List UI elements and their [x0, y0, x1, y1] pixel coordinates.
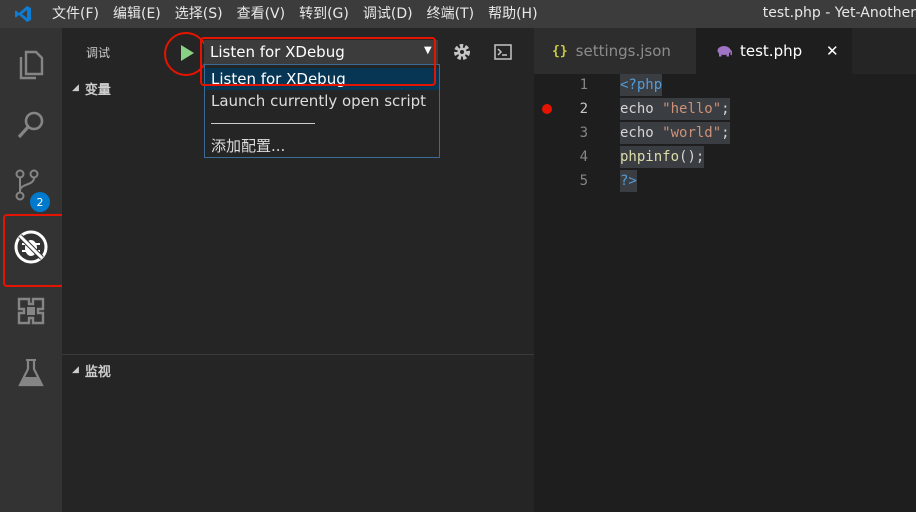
- debug-config-select[interactable]: Listen for XDebug: [204, 40, 438, 64]
- menu-go[interactable]: 转到(G): [292, 0, 356, 28]
- tab-label: settings.json: [575, 42, 671, 60]
- line-number: 5: [579, 173, 588, 189]
- extensions-icon: [17, 297, 45, 325]
- test-button[interactable]: [0, 342, 62, 404]
- vscode-logo-icon: [0, 0, 46, 28]
- menu-bar: 文件(F) 编辑(E) 选择(S) 查看(V) 转到(G) 调试(D) 终端(T…: [46, 0, 545, 28]
- select-caret-icon: ▼: [424, 45, 432, 56]
- menu-view[interactable]: 查看(V): [230, 0, 293, 28]
- menu-file[interactable]: 文件(F): [46, 0, 106, 28]
- dropdown-option-listen-xdebug[interactable]: Listen for XDebug: [205, 68, 439, 90]
- code-line-1: <?php: [620, 74, 663, 96]
- debug-title: 调试: [86, 46, 111, 60]
- scm-badge: 2: [30, 192, 50, 212]
- watch-section-header[interactable]: ◢ 监视: [62, 358, 534, 382]
- extensions-button[interactable]: [0, 280, 62, 342]
- start-debugging-play-icon[interactable]: [179, 44, 195, 62]
- editor-tabs: {} settings.json test.php ✕: [534, 28, 916, 74]
- source-control-button[interactable]: 2: [0, 154, 62, 216]
- watch-label: 监视: [84, 364, 111, 380]
- caret-down-icon: ◢: [72, 83, 79, 93]
- menu-debug[interactable]: 调试(D): [356, 0, 420, 28]
- tab-settings-json[interactable]: {} settings.json: [534, 28, 696, 74]
- search-icon: [17, 111, 44, 139]
- dropdown-separator: [211, 123, 315, 124]
- tab-test-php[interactable]: test.php ✕: [696, 28, 852, 74]
- close-icon[interactable]: ✕: [826, 42, 839, 60]
- flask-icon: [18, 359, 44, 387]
- tab-label: test.php: [740, 42, 803, 60]
- caret-down-icon: ◢: [72, 365, 79, 375]
- php-elephant-icon: [717, 46, 732, 57]
- code-line-3: echo "world";: [620, 122, 730, 144]
- debug-no-bug-icon: [14, 230, 48, 264]
- window-title: test.php - Yet-Another: [762, 5, 916, 21]
- debug-button[interactable]: [0, 216, 62, 278]
- breakpoint-dot[interactable]: [542, 104, 552, 114]
- title-bar: 文件(F) 编辑(E) 选择(S) 查看(V) 转到(G) 调试(D) 终端(T…: [0, 0, 916, 28]
- menu-terminal[interactable]: 终端(T): [420, 0, 481, 28]
- json-file-icon: {}: [552, 43, 568, 59]
- line-number: 1: [579, 77, 588, 93]
- search-button[interactable]: [0, 94, 62, 156]
- variables-label: 变量: [84, 82, 111, 98]
- explorer-button[interactable]: [0, 34, 62, 96]
- code-line-5: ?>: [620, 170, 637, 192]
- code-editor[interactable]: 1 2 3 4 5 <?php echo "hello"; echo "worl…: [534, 74, 916, 512]
- editor-area: {} settings.json test.php ✕ 1 2 3 4 5 <?…: [534, 28, 916, 512]
- menu-edit[interactable]: 编辑(E): [106, 0, 168, 28]
- gear-icon[interactable]: [452, 42, 472, 62]
- debug-console-icon[interactable]: [494, 44, 512, 60]
- dropdown-option-launch-script[interactable]: Launch currently open script: [205, 90, 439, 112]
- code-line-2: echo "hello";: [620, 98, 730, 120]
- menu-selection[interactable]: 选择(S): [168, 0, 230, 28]
- dropdown-option-add-config[interactable]: 添加配置...: [205, 135, 439, 157]
- files-icon: [19, 50, 44, 80]
- section-divider: [62, 354, 534, 355]
- line-number: 3: [579, 125, 588, 141]
- menu-help[interactable]: 帮助(H): [481, 0, 544, 28]
- line-number: 2: [579, 101, 588, 117]
- activity-bar: 2: [0, 28, 83, 512]
- code-line-4: phpinfo();: [620, 146, 705, 168]
- line-number: 4: [579, 149, 588, 165]
- debug-config-dropdown: Listen for XDebug Launch currently open …: [204, 64, 440, 158]
